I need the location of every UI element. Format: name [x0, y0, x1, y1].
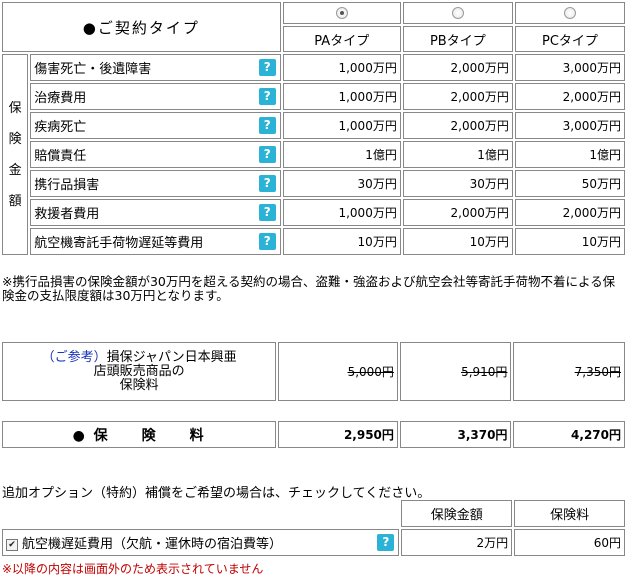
coverage-value: 1,000万円: [282, 112, 401, 139]
radio-icon[interactable]: [451, 7, 464, 19]
coverage-value: 50万円: [514, 170, 625, 197]
help-icon[interactable]: ?: [258, 59, 276, 76]
coverage-value: 2,000万円: [514, 83, 625, 110]
option-checkbox[interactable]: ✔: [6, 538, 18, 551]
option-label: 航空機遅延費用（欠航・運休時の宿泊費等）: [22, 537, 283, 552]
coverage-value: 2,000万円: [402, 112, 513, 139]
option-premium-header: 保険料: [514, 500, 625, 527]
coverage-value: 1億円: [282, 141, 401, 168]
help-icon[interactable]: ?: [258, 88, 276, 105]
help-icon[interactable]: ?: [258, 117, 276, 134]
plan-name-pa: PAタイプ: [282, 26, 401, 52]
option-amount: 2万円: [401, 529, 513, 556]
option-spacer: [2, 500, 399, 527]
coverage-value: 10万円: [514, 228, 625, 255]
plan-pb-radio[interactable]: [402, 2, 513, 24]
option-table: 保険金額 保険料 ✔ 航空機遅延費用（欠航・運休時の宿泊費等） ? 2万円 60円: [0, 498, 627, 558]
radio-icon[interactable]: [335, 7, 348, 19]
coverage-table: ●ご契約タイプ PAタイプ PBタイプ PCタイプ 保 険 金 額 傷害死亡・後…: [0, 0, 627, 257]
coverage-row-label: 疾病死亡?: [30, 112, 281, 139]
coverage-value: 1億円: [514, 141, 625, 168]
reference-price: 7,350円: [513, 342, 625, 401]
coverage-note: ※携行品損害の保険金額が30万円を超える契約の場合、盗難・強盗および航空会社等寄…: [2, 274, 616, 303]
premium-label: ● 保 険 料: [2, 421, 277, 448]
reference-premium-table: （ご参考）損保ジャパン日本興亜 店頭販売商品の 保険料 5,000円 5,910…: [0, 340, 627, 403]
coverage-value: 2,000万円: [402, 54, 513, 81]
insurance-plan-page: ●ご契約タイプ PAタイプ PBタイプ PCタイプ 保 険 金 額 傷害死亡・後…: [0, 0, 627, 576]
coverage-row-label: 航空機寄託手荷物遅延等費用?: [30, 228, 281, 255]
contract-type-label: ●ご契約タイプ: [2, 2, 281, 52]
plan-pc-radio[interactable]: [514, 2, 625, 24]
coverage-row-label: 傷害死亡・後遺障害?: [30, 54, 281, 81]
help-icon[interactable]: ?: [258, 175, 276, 192]
help-icon[interactable]: ?: [258, 146, 276, 163]
reference-price: 5,910円: [399, 342, 512, 401]
premium-value: 3,370円: [399, 421, 512, 448]
coverage-row-label: 救援者費用?: [30, 199, 281, 226]
reference-prefix: （ご参考）: [41, 349, 107, 365]
cut-off-note: ※以降の内容は画面外のため表示されていません: [2, 562, 264, 576]
coverage-value: 1億円: [402, 141, 513, 168]
premium-value: 2,950円: [278, 421, 398, 448]
coverage-row-label: 賠償責任?: [30, 141, 281, 168]
coverage-value: 2,000万円: [402, 199, 513, 226]
coverage-value: 3,000万円: [514, 54, 625, 81]
plan-name-pc: PCタイプ: [514, 26, 625, 52]
plan-name-pb: PBタイプ: [402, 26, 513, 52]
option-row: ✔ 航空機遅延費用（欠航・運休時の宿泊費等） ?: [2, 529, 400, 556]
coverage-side-label: 保 険 金 額: [2, 54, 29, 255]
coverage-row-label: 携行品損害?: [30, 170, 281, 197]
help-icon[interactable]: ?: [258, 233, 276, 250]
premium-value: 4,270円: [513, 421, 625, 448]
option-premium: 60円: [514, 529, 625, 556]
radio-icon[interactable]: [563, 7, 576, 19]
coverage-value: 30万円: [282, 170, 401, 197]
reference-price: 5,000円: [278, 342, 398, 401]
reference-label: （ご参考）損保ジャパン日本興亜 店頭販売商品の 保険料: [2, 342, 277, 401]
coverage-value: 10万円: [402, 228, 513, 255]
help-icon[interactable]: ?: [377, 534, 395, 551]
coverage-value: 2,000万円: [402, 83, 513, 110]
coverage-value: 10万円: [282, 228, 401, 255]
coverage-value: 1,000万円: [282, 83, 401, 110]
coverage-value: 1,000万円: [282, 54, 401, 81]
coverage-value: 1,000万円: [282, 199, 401, 226]
option-amount-header: 保険金額: [401, 500, 513, 527]
coverage-value: 30万円: [402, 170, 513, 197]
help-icon[interactable]: ?: [258, 204, 276, 221]
plan-pa-radio[interactable]: [282, 2, 401, 24]
coverage-value: 3,000万円: [514, 112, 625, 139]
coverage-row-label: 治療費用?: [30, 83, 281, 110]
coverage-value: 2,000万円: [514, 199, 625, 226]
premium-table: ● 保 険 料 2,950円 3,370円 4,270円: [0, 419, 627, 450]
